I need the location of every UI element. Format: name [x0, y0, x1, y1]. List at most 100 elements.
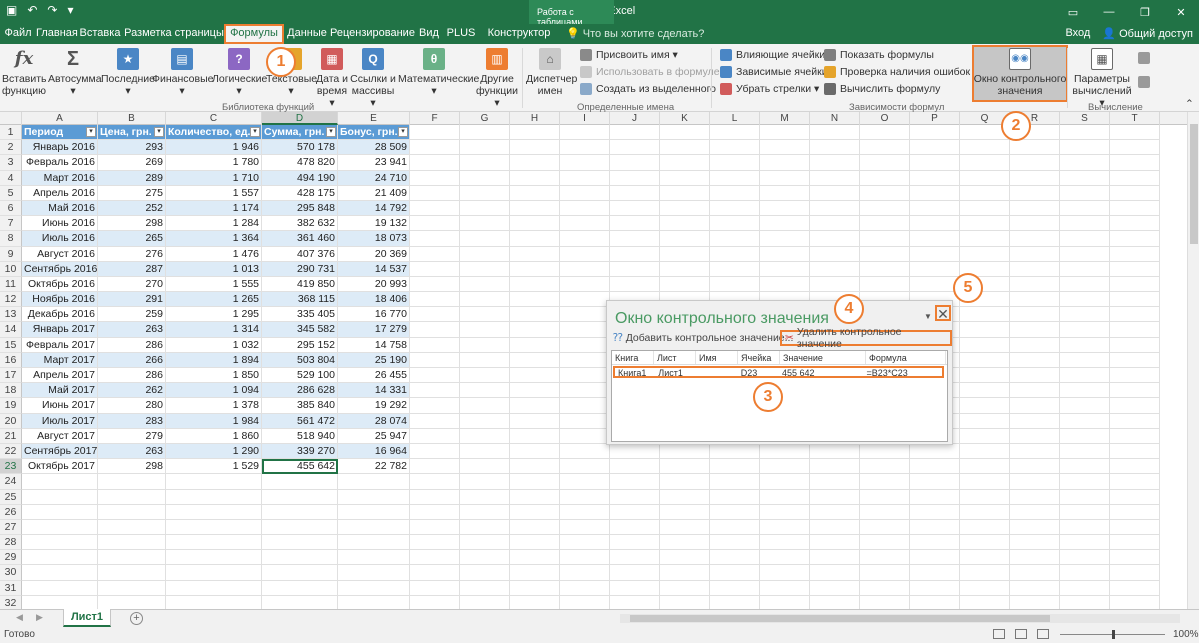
- restore-icon[interactable]: ❐: [1127, 0, 1163, 24]
- cell[interactable]: [560, 383, 610, 399]
- cell[interactable]: 263: [98, 443, 166, 460]
- cell[interactable]: [410, 170, 460, 186]
- cell[interactable]: [660, 504, 710, 520]
- cell[interactable]: [660, 200, 710, 217]
- function-category-button-8[interactable]: ▥ Другие функции ▾: [472, 46, 522, 109]
- cell[interactable]: [98, 550, 166, 566]
- cell[interactable]: [960, 383, 1010, 399]
- cell[interactable]: [1110, 443, 1160, 460]
- cell[interactable]: [960, 443, 1010, 460]
- cell[interactable]: [1060, 292, 1110, 308]
- cell[interactable]: [1060, 352, 1110, 368]
- cell[interactable]: Октябрь 2017: [22, 459, 98, 475]
- cell[interactable]: [1110, 459, 1160, 475]
- cell[interactable]: 26 455: [338, 368, 410, 384]
- create-from-selection-button[interactable]: Создать из выделенного: [580, 83, 716, 95]
- cell[interactable]: [460, 383, 510, 399]
- cell[interactable]: [1060, 580, 1110, 596]
- cell[interactable]: [22, 504, 98, 520]
- cell[interactable]: [1110, 565, 1160, 581]
- column-header[interactable]: I: [560, 112, 610, 125]
- cell[interactable]: 289: [98, 170, 166, 186]
- cell[interactable]: [810, 489, 860, 505]
- cell[interactable]: [460, 170, 510, 186]
- cell[interactable]: [960, 185, 1010, 201]
- cell[interactable]: Сентябрь 2016: [22, 261, 98, 277]
- cell[interactable]: [660, 519, 710, 536]
- row-header[interactable]: 11: [0, 276, 22, 293]
- cell[interactable]: [910, 261, 960, 277]
- cell[interactable]: 286: [98, 368, 166, 384]
- add-watch-button[interactable]: ⁇ Добавить контрольное значение...: [613, 332, 793, 344]
- cell[interactable]: [1010, 352, 1060, 368]
- cell[interactable]: [660, 550, 710, 566]
- cell[interactable]: 287: [98, 261, 166, 277]
- row-header[interactable]: 14: [0, 322, 22, 338]
- cell[interactable]: [710, 565, 760, 581]
- row-header[interactable]: 10: [0, 261, 22, 277]
- tab-0[interactable]: Файл: [0, 24, 36, 44]
- cell[interactable]: 1 894: [166, 352, 262, 368]
- cell[interactable]: [510, 185, 560, 201]
- cell[interactable]: [1060, 200, 1110, 217]
- column-header[interactable]: E: [338, 112, 410, 125]
- cell[interactable]: [460, 200, 510, 217]
- cell[interactable]: 1 290: [166, 443, 262, 460]
- cell[interactable]: [1110, 292, 1160, 308]
- function-category-button-5[interactable]: ▦ Дата и время ▾: [314, 46, 350, 109]
- cell[interactable]: [760, 170, 810, 186]
- cell[interactable]: [410, 246, 460, 262]
- cell[interactable]: [1060, 443, 1110, 460]
- cell[interactable]: [1110, 140, 1160, 156]
- row-header[interactable]: 21: [0, 428, 22, 444]
- cell[interactable]: [610, 246, 660, 262]
- trace-precedents-button[interactable]: Влияющие ячейки: [720, 49, 825, 61]
- cell[interactable]: [1010, 246, 1060, 262]
- cell[interactable]: [660, 170, 710, 186]
- cell[interactable]: [560, 231, 610, 247]
- delete-watch-button[interactable]: ✂ Удалить контрольное значение: [780, 326, 952, 350]
- cell[interactable]: Июль 2017: [22, 413, 98, 429]
- tell-me-box[interactable]: 💡 Что вы хотите сделать?: [566, 24, 704, 44]
- column-header[interactable]: T: [1110, 112, 1160, 125]
- cell[interactable]: [410, 216, 460, 232]
- cell[interactable]: [1110, 428, 1160, 444]
- cell[interactable]: 262: [98, 383, 166, 399]
- cell[interactable]: [460, 155, 510, 171]
- cell[interactable]: [1060, 307, 1110, 323]
- cell[interactable]: [166, 489, 262, 505]
- cell[interactable]: [1060, 125, 1110, 141]
- cell[interactable]: 283: [98, 413, 166, 429]
- cell[interactable]: [610, 276, 660, 293]
- cell[interactable]: [960, 337, 1010, 353]
- cell[interactable]: [1060, 246, 1110, 262]
- watch-col-header[interactable]: Лист: [654, 351, 696, 364]
- page-break-icon[interactable]: [1037, 629, 1049, 639]
- cell[interactable]: 1 094: [166, 383, 262, 399]
- row-header[interactable]: 31: [0, 580, 22, 596]
- cell[interactable]: Цена, грн. ▾: [98, 125, 166, 141]
- cell[interactable]: [510, 550, 560, 566]
- cell[interactable]: 19 292: [338, 398, 410, 414]
- cell[interactable]: 339 270: [262, 443, 338, 460]
- cell[interactable]: [810, 200, 860, 217]
- cell[interactable]: [910, 246, 960, 262]
- cell[interactable]: [1110, 261, 1160, 277]
- cell[interactable]: 18 406: [338, 292, 410, 308]
- cell[interactable]: Ноябрь 2016: [22, 292, 98, 308]
- cell[interactable]: [560, 580, 610, 596]
- function-category-button-2[interactable]: ▤ Финансовые ▾: [152, 46, 213, 97]
- row-header[interactable]: 13: [0, 307, 22, 323]
- normal-view-icon[interactable]: [993, 629, 1005, 639]
- cell[interactable]: 1 295: [166, 307, 262, 323]
- cell[interactable]: 266: [98, 352, 166, 368]
- cell[interactable]: [410, 368, 460, 384]
- cell[interactable]: [338, 580, 410, 596]
- cell[interactable]: [510, 489, 560, 505]
- cell[interactable]: [760, 231, 810, 247]
- cell[interactable]: 24 710: [338, 170, 410, 186]
- cell[interactable]: [98, 519, 166, 536]
- cell[interactable]: [810, 519, 860, 536]
- cell[interactable]: [410, 504, 460, 520]
- cell[interactable]: Количество, ед. ▾: [166, 125, 262, 141]
